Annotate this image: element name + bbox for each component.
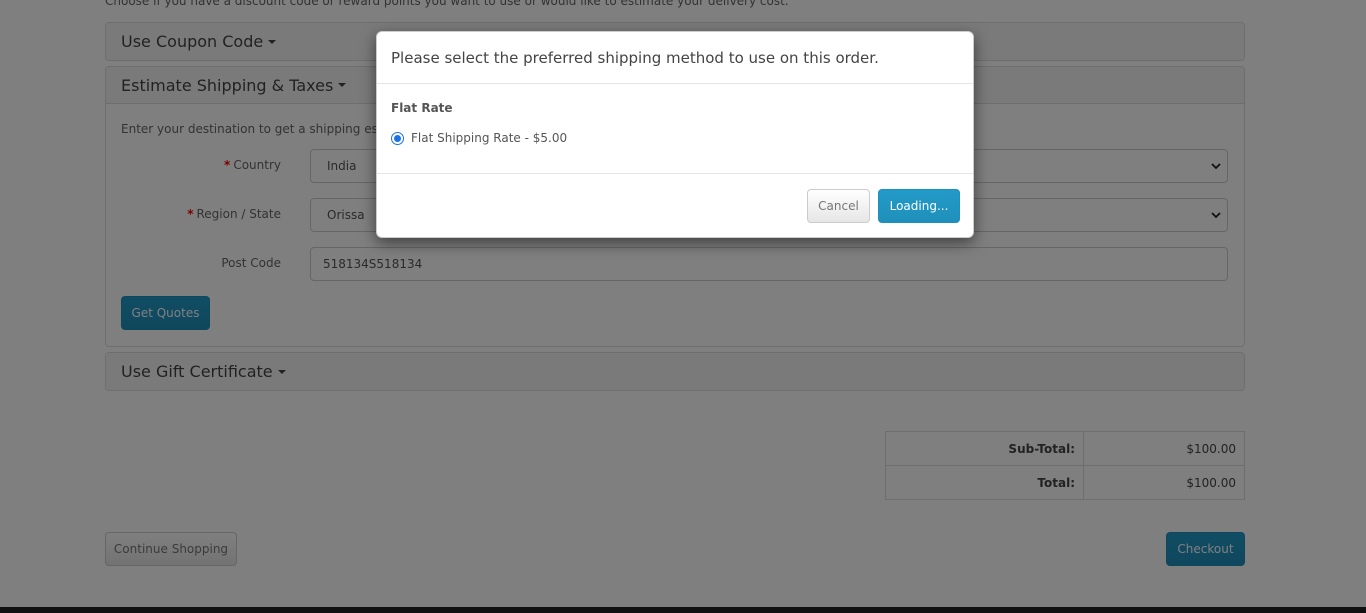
cancel-button[interactable]: Cancel — [807, 189, 870, 223]
radio-button[interactable] — [391, 131, 404, 145]
shipping-method-title: Flat Rate — [391, 101, 453, 115]
modal-title: Please select the preferred shipping met… — [377, 32, 973, 84]
flat-rate-option-label: Flat Shipping Rate - $5.00 — [411, 131, 568, 145]
shipping-method-modal: Please select the preferred shipping met… — [376, 31, 974, 238]
flat-rate-option[interactable]: Flat Shipping Rate - $5.00 — [391, 131, 567, 145]
confirm-shipping-button[interactable]: Loading... — [878, 189, 960, 223]
modal-body: Flat Rate Flat Shipping Rate - $5.00 — [377, 84, 973, 174]
